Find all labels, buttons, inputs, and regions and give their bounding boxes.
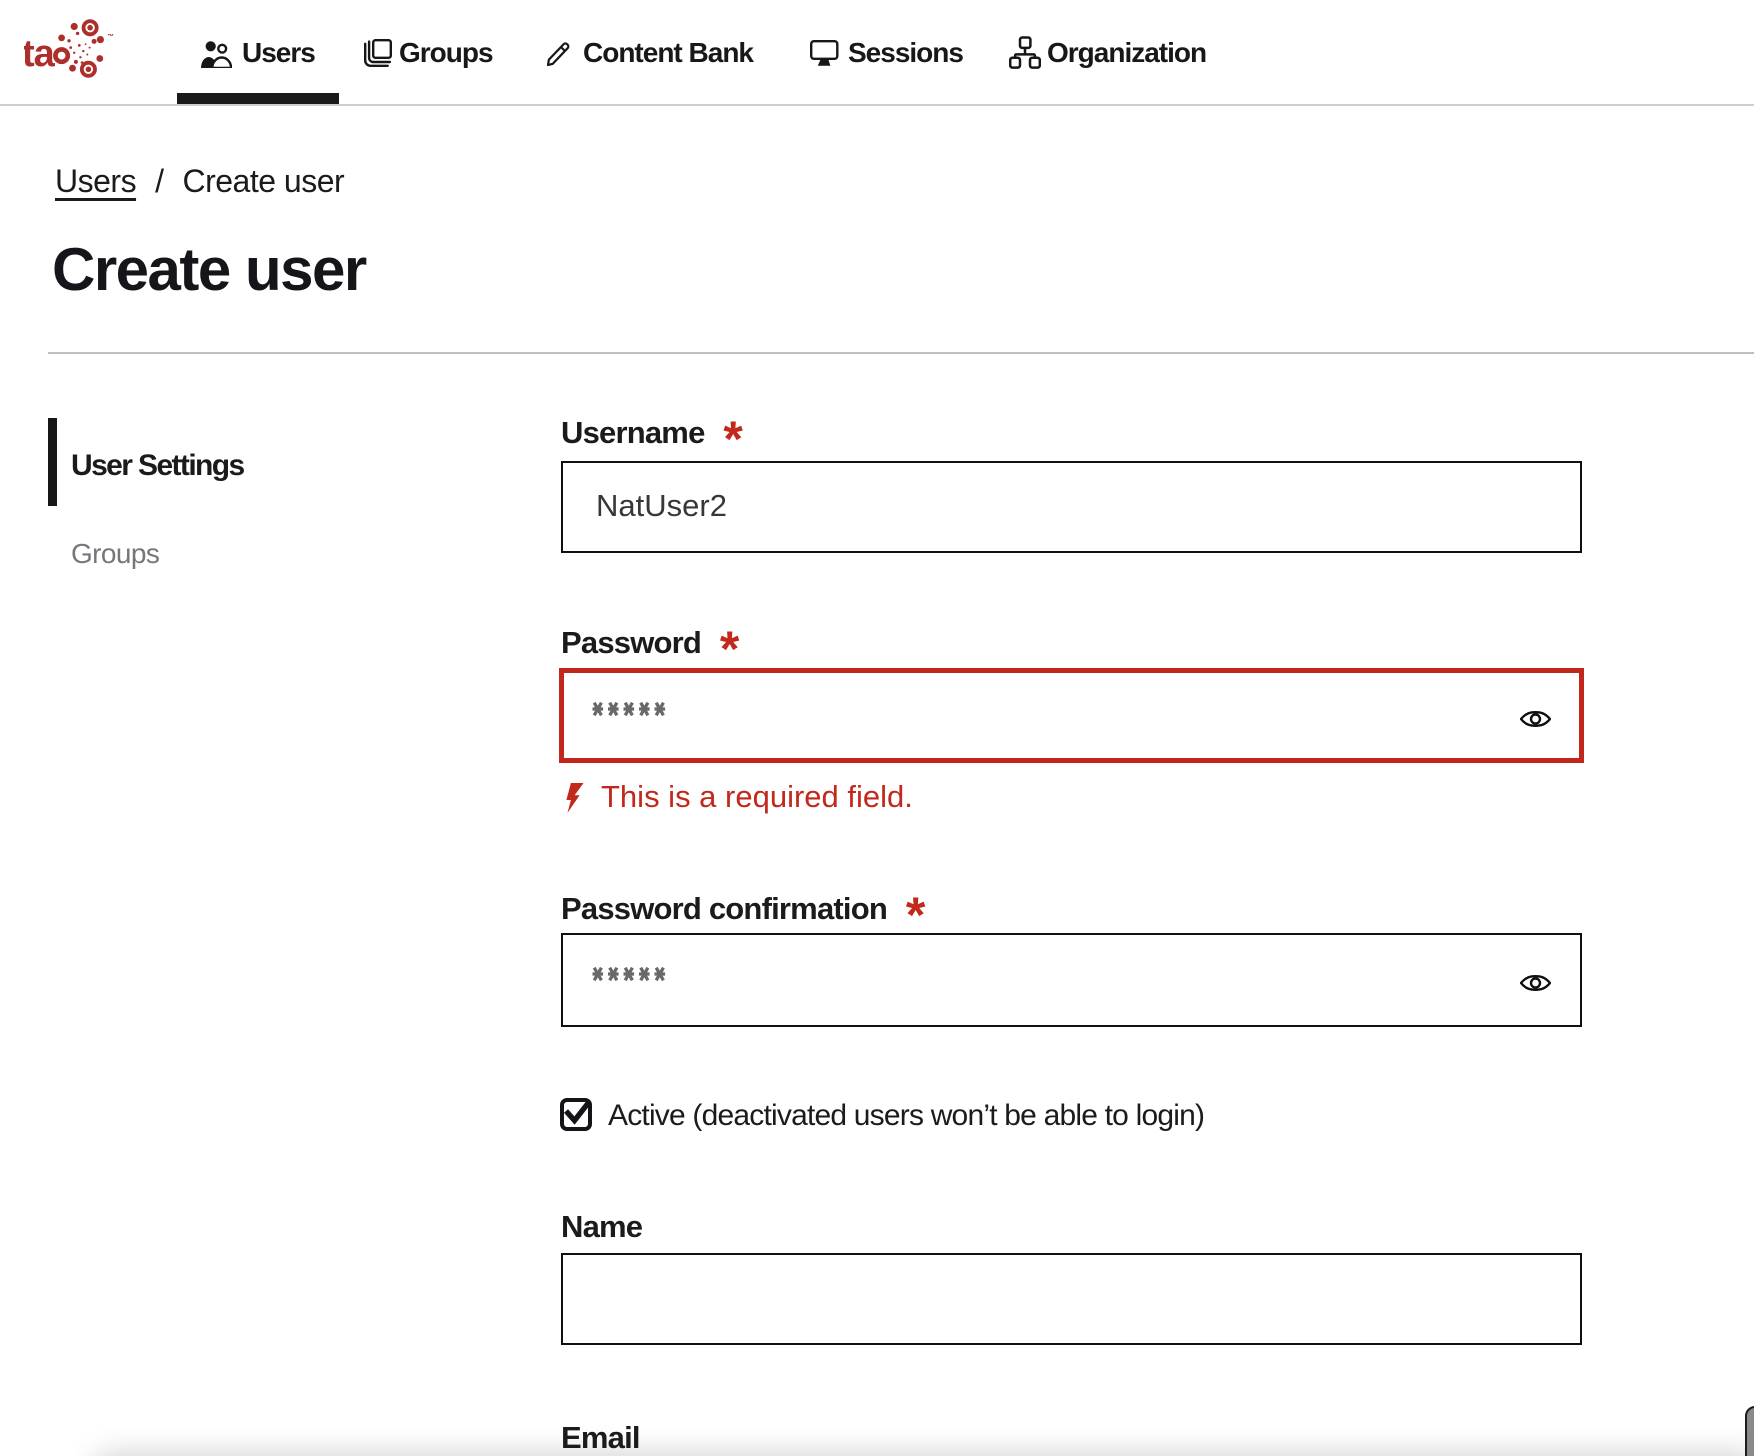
svg-text:ta: ta bbox=[24, 33, 56, 75]
svg-text:™: ™ bbox=[108, 34, 115, 41]
